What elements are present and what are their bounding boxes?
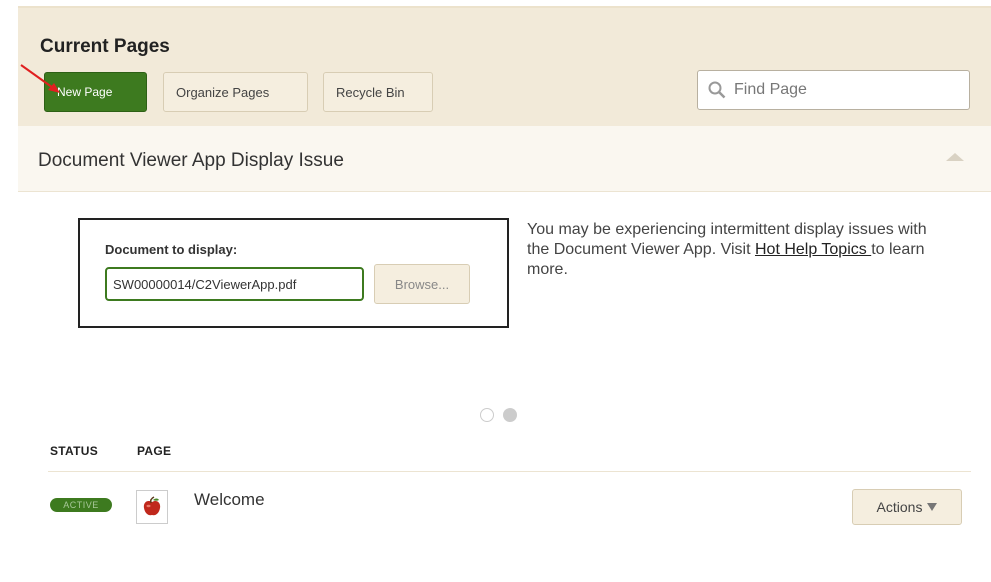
recycle-bin-button[interactable]: Recycle Bin (323, 72, 433, 112)
carousel-dots (480, 408, 517, 422)
notice-title: Document Viewer App Display Issue (38, 150, 344, 171)
browse-button: Browse... (374, 264, 470, 304)
page-title: Current Pages (40, 36, 170, 57)
carousel-dot-2[interactable] (503, 408, 517, 422)
apple-icon (143, 496, 161, 516)
organize-pages-button[interactable]: Organize Pages (163, 72, 308, 112)
notice-panel: Document Viewer App Display Issue Docume… (18, 126, 991, 582)
collapse-icon[interactable] (946, 153, 964, 161)
document-viewer-screenshot: Document to display: Browse... (78, 218, 509, 328)
page-name[interactable]: Welcome (194, 490, 265, 510)
actions-label: Actions (876, 499, 923, 515)
status-badge: ACTIVE (50, 498, 112, 512)
notice-message: You may be experiencing intermittent dis… (527, 220, 927, 280)
notice-panel-header: Document Viewer App Display Issue (18, 126, 991, 192)
annotation-arrow (20, 64, 60, 93)
document-path-field (105, 267, 364, 301)
carousel-dot-1[interactable] (480, 408, 494, 422)
actions-dropdown[interactable]: Actions (852, 489, 962, 525)
page-icon (136, 490, 168, 524)
caret-down-icon (927, 503, 938, 511)
search-input[interactable] (734, 81, 954, 99)
page-column-header: PAGE (137, 444, 172, 458)
hot-help-topics-link[interactable]: Hot Help Topics (755, 241, 871, 258)
document-label: Document to display: (105, 242, 238, 257)
find-page-search[interactable] (697, 70, 970, 110)
table-divider (48, 471, 971, 472)
status-column-header: STATUS (50, 444, 99, 458)
search-icon (708, 81, 726, 99)
